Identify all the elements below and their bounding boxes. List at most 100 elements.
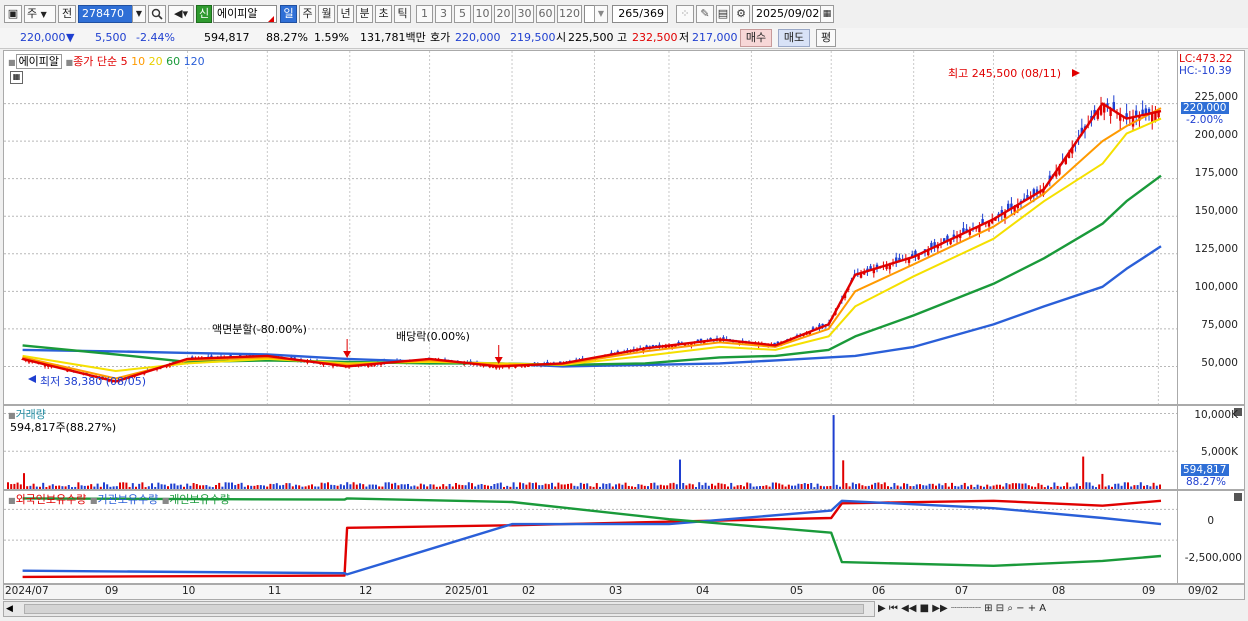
sell-button[interactable]: 매도: [778, 29, 810, 47]
volume-bar: [781, 484, 784, 489]
price-chart-svg: [4, 51, 1177, 404]
horizontal-scrollbar[interactable]: ◀: [3, 601, 875, 617]
window-icon[interactable]: ▣: [4, 5, 22, 23]
volume-bar: [202, 485, 205, 489]
volume-bar: [807, 483, 809, 489]
chevron-down-icon[interactable]: ▼: [132, 5, 146, 23]
period-minute[interactable]: 분: [356, 5, 373, 23]
zoom-out-icon[interactable]: −: [1016, 603, 1024, 614]
volume-bar: [477, 484, 480, 489]
volume-bar: [1011, 483, 1014, 489]
volume-bar: [378, 486, 381, 489]
volume-bar: [1031, 486, 1033, 489]
volume-bar: [298, 485, 301, 489]
save-icon[interactable]: ▤: [716, 5, 730, 23]
first-icon[interactable]: ⏮: [889, 603, 898, 614]
volume-bar: [176, 485, 179, 489]
volume-bar: [336, 485, 339, 489]
font-size-icon[interactable]: A: [1039, 603, 1046, 614]
calendar-icon[interactable]: ▦: [820, 5, 834, 23]
volume-bar: [829, 485, 832, 489]
volume-bar: [733, 486, 736, 489]
interval-60[interactable]: 60: [536, 5, 555, 23]
compare-icon[interactable]: ⊟: [996, 603, 1004, 614]
interval-30[interactable]: 30: [515, 5, 534, 23]
x-axis-right-label: 09/02: [1188, 585, 1219, 597]
bullet-icon: ■: [8, 496, 16, 505]
holdings-y-axis: 0 -2,500,000: [1178, 490, 1245, 584]
holdings-panel[interactable]: ■외국인보유수량 ■기관보유수량 ■개인보유수량: [3, 490, 1178, 584]
date-input[interactable]: 2025/09/02: [752, 5, 824, 23]
price-panel[interactable]: ■ 에이피알 ■종가 단순 5 10 20 60 120 ▦ 최고 245,500…: [3, 50, 1178, 405]
volume-panel[interactable]: ■거래량 594,817주(88.27%): [3, 405, 1178, 490]
volume-bar: [1059, 486, 1062, 489]
volume-bar: [74, 486, 77, 489]
period-month[interactable]: 월: [318, 5, 335, 23]
period-day[interactable]: 일: [280, 5, 297, 23]
volume-bar: [349, 484, 352, 489]
zoom-slider[interactable]: ┄┄┄┄┄: [951, 603, 981, 614]
stop-icon[interactable]: ■: [920, 603, 929, 614]
ma-10-line: [22, 107, 1162, 380]
volume-bar: [183, 486, 185, 489]
interval-120[interactable]: 120: [557, 5, 582, 23]
volume-bar: [301, 486, 304, 489]
dots-icon[interactable]: ⁘: [676, 5, 694, 23]
volume-bar: [887, 486, 889, 489]
prev-page-icon[interactable]: ◀◀: [901, 603, 916, 614]
volume-bar: [650, 483, 653, 489]
volume-bar: [147, 486, 150, 489]
type-select[interactable]: 주 ▼: [24, 5, 56, 23]
period-week[interactable]: 주: [299, 5, 316, 23]
volume-bar: [295, 484, 297, 489]
prev-button[interactable]: 전: [58, 5, 76, 23]
interval-3[interactable]: 3: [435, 5, 452, 23]
volume-bar: [640, 484, 643, 489]
current-price: 220,000: [20, 31, 66, 44]
chevron-down-icon[interactable]: ▼: [594, 5, 608, 23]
speaker-icon[interactable]: ◀▾: [168, 5, 194, 23]
volume-bar: [656, 485, 659, 489]
ma-5-line: [22, 102, 1162, 383]
eval-button[interactable]: 평: [816, 29, 836, 47]
volume-bar: [288, 483, 291, 489]
scroll-right-icon[interactable]: ▶: [878, 603, 886, 614]
volume-bar: [643, 485, 646, 489]
next-page-icon[interactable]: ▶▶: [932, 603, 947, 614]
low-arrow-icon: [28, 375, 36, 383]
gear-icon[interactable]: ⚙: [732, 5, 750, 23]
period-tick[interactable]: 틱: [394, 5, 411, 23]
magnifier-icon[interactable]: ⌕: [1007, 603, 1013, 614]
count-input[interactable]: 265/369: [612, 5, 668, 23]
zoom-in-icon[interactable]: +: [1028, 603, 1036, 614]
open-price: 225,500: [568, 31, 614, 44]
maximize-icon[interactable]: [1234, 493, 1242, 501]
volume-bar: [618, 483, 621, 489]
volume-bar: [624, 482, 627, 489]
buy-button[interactable]: 매수: [740, 29, 772, 47]
interval-20[interactable]: 20: [494, 5, 513, 23]
bullet-icon: ■: [8, 58, 16, 67]
volume-bar: [333, 485, 336, 489]
volume-bar: [368, 484, 371, 489]
volume-bar: [538, 485, 541, 489]
scroll-left-icon[interactable]: ◀: [6, 604, 13, 614]
interval-10[interactable]: 10: [473, 5, 492, 23]
scroll-thumb[interactable]: [24, 604, 864, 614]
draw-tool-icon[interactable]: ✎: [696, 5, 714, 23]
period-second[interactable]: 초: [375, 5, 392, 23]
period-year[interactable]: 년: [337, 5, 354, 23]
search-icon[interactable]: [148, 5, 166, 23]
crosshair-icon[interactable]: ⊞: [984, 603, 992, 614]
volume-bar: [407, 483, 409, 489]
y-tick-label: 0: [1207, 515, 1214, 527]
volume-bar: [253, 485, 256, 489]
y-tick-label: 200,000: [1194, 129, 1238, 141]
price-y-axis: LC:473.22 HC:-10.39 225,000 200,000 175,…: [1178, 50, 1245, 405]
volume-bar: [48, 485, 51, 489]
interval-5[interactable]: 5: [454, 5, 471, 23]
volume-bar: [71, 487, 73, 489]
volume-bar: [717, 482, 720, 489]
interval-1[interactable]: 1: [416, 5, 433, 23]
calculator-icon[interactable]: ▦: [10, 71, 23, 84]
